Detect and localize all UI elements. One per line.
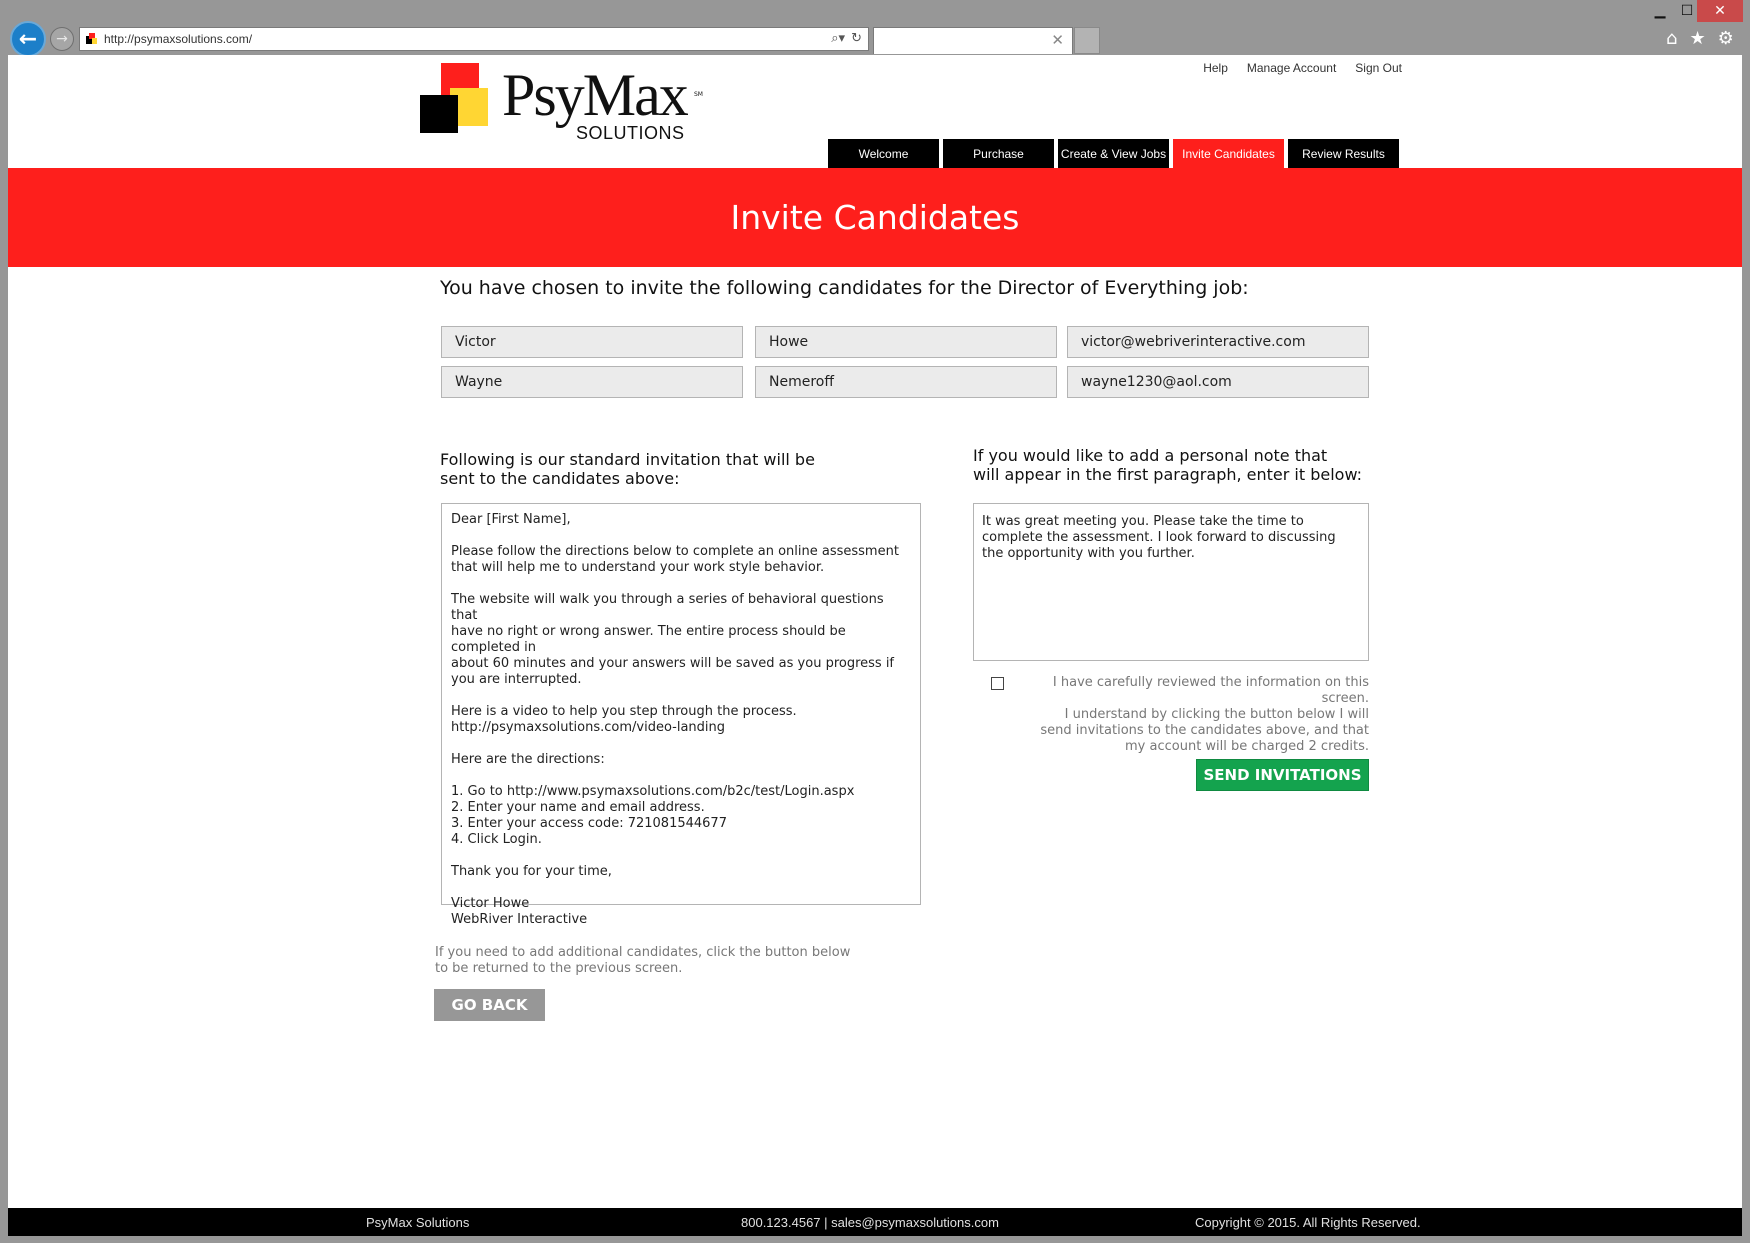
settings-gear-icon[interactable]: ⚙	[1718, 28, 1734, 49]
acknowledge-checkbox[interactable]	[991, 677, 1004, 690]
browser-chrome: ← → http://psymaxsolutions.com/ ⌕▾ ↻ ✕ ▁…	[0, 0, 1750, 57]
note-heading: If you would like to add a personal note…	[973, 446, 1363, 484]
candidate-1-email[interactable]: victor@webriverinteractive.com	[1067, 326, 1369, 358]
nav-create-view-jobs[interactable]: Create & View Jobs	[1058, 139, 1169, 168]
candidate-1-last-name[interactable]: Howe	[755, 326, 1057, 358]
invitation-letter: Dear [First Name], Please follow the dir…	[441, 503, 921, 927]
nav-review-results[interactable]: Review Results	[1288, 139, 1399, 168]
url-text[interactable]: http://psymaxsolutions.com/	[104, 32, 252, 46]
footer-contact[interactable]: 800.123.4567 | sales@psymaxsolutions.com	[741, 1215, 999, 1230]
search-icon[interactable]: ⌕▾	[831, 31, 845, 46]
favicon-icon	[86, 33, 98, 45]
help-link[interactable]: Help	[1203, 61, 1228, 75]
candidate-2-email[interactable]: wayne1230@aol.com	[1067, 366, 1369, 398]
main-nav: Welcome Purchase Create & View Jobs Invi…	[828, 139, 1399, 168]
nav-invite-candidates[interactable]: Invite Candidates	[1173, 139, 1284, 168]
go-back-button[interactable]: GO BACK	[434, 989, 545, 1021]
favorites-star-icon[interactable]: ★	[1689, 28, 1705, 49]
personal-note-textarea[interactable]: It was great meeting you. Please take th…	[973, 503, 1369, 661]
nav-purchase[interactable]: Purchase	[943, 139, 1054, 168]
letter-heading: Following is our standard invitation tha…	[440, 450, 815, 488]
close-tab-icon[interactable]: ✕	[1051, 31, 1064, 49]
minimize-icon[interactable]: ▁	[1646, 0, 1674, 22]
page-title: Invite Candidates	[730, 198, 1020, 237]
footer-company: PsyMax Solutions	[366, 1215, 470, 1230]
refresh-icon[interactable]: ↻	[851, 31, 862, 46]
nav-welcome[interactable]: Welcome	[828, 139, 939, 168]
back-arrow-icon[interactable]: ←	[10, 21, 46, 57]
logo-text: PsyMax	[502, 62, 689, 128]
new-tab-button[interactable]	[1074, 27, 1100, 54]
logo-trademark: SM	[694, 91, 703, 98]
candidate-1-first-name[interactable]: Victor	[441, 326, 743, 358]
address-bar[interactable]: http://psymaxsolutions.com/ ⌕▾ ↻	[79, 27, 869, 51]
sign-out-link[interactable]: Sign Out	[1355, 61, 1402, 75]
forward-arrow-icon[interactable]: →	[50, 27, 74, 51]
close-window-icon[interactable]: ✕	[1697, 0, 1743, 22]
logo[interactable]: PsyMax SM SOLUTIONS	[412, 62, 703, 149]
intro-text: You have chosen to invite the following …	[440, 277, 1249, 299]
go-back-note: If you need to add additional candidates…	[435, 945, 851, 976]
top-links: Help Manage Account Sign Out	[1203, 61, 1402, 75]
footer-copyright: Copyright © 2015. All Rights Reserved.	[1195, 1215, 1421, 1230]
logo-subtitle: SOLUTIONS	[576, 123, 685, 143]
page-banner: Invite Candidates	[8, 168, 1742, 267]
send-invitations-button[interactable]: SEND INVITATIONS	[1196, 759, 1369, 791]
browser-tab[interactable]: ✕	[873, 27, 1073, 54]
footer: PsyMax Solutions 800.123.4567 | sales@ps…	[8, 1208, 1742, 1236]
logo-black-square	[420, 95, 458, 133]
candidate-2-last-name[interactable]: Nemeroff	[755, 366, 1057, 398]
manage-account-link[interactable]: Manage Account	[1247, 61, 1336, 75]
candidate-2-first-name[interactable]: Wayne	[441, 366, 743, 398]
acknowledge-text: I have carefully reviewed the informatio…	[1040, 675, 1369, 754]
home-icon[interactable]: ⌂	[1666, 28, 1677, 49]
page: PsyMax SM SOLUTIONS Help Manage Account …	[8, 55, 1742, 1208]
